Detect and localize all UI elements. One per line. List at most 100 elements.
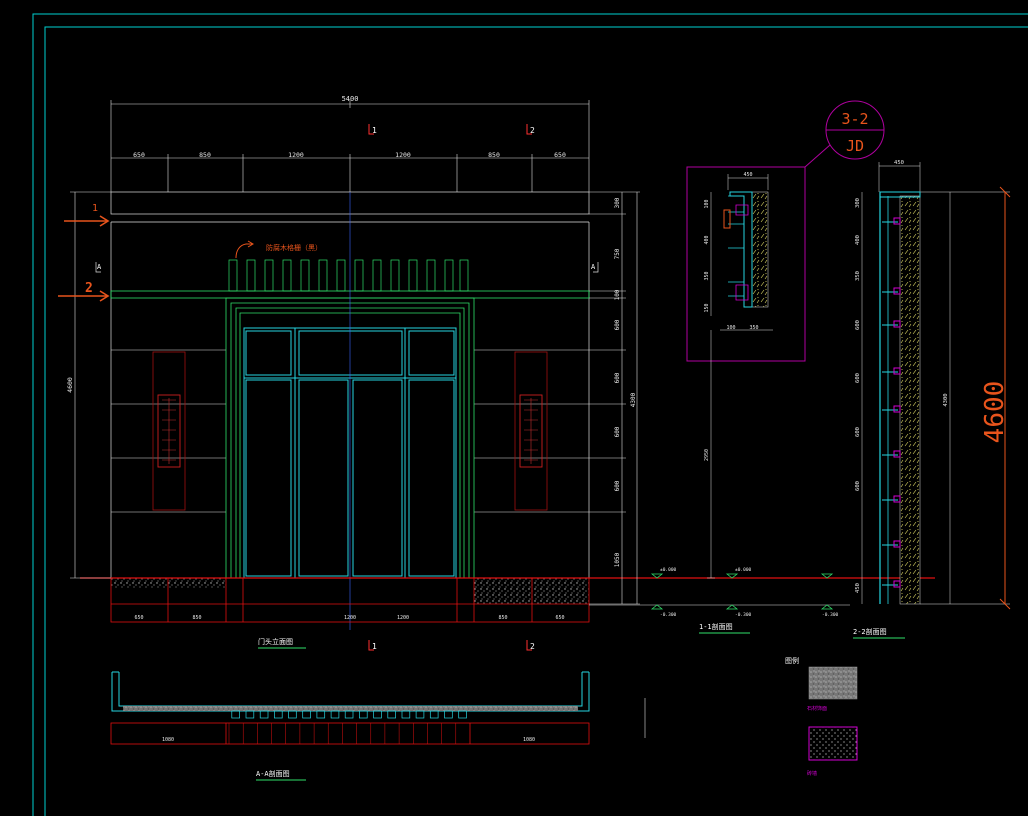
legend-title: 图例 bbox=[785, 656, 799, 665]
annotation-arrow-2 bbox=[58, 290, 110, 302]
section-1-1: 2950 ±0.000 ±0.000 -0.300 -0.300 -0.300 … bbox=[589, 330, 850, 634]
section2-title: 2-2剖面图 bbox=[853, 627, 887, 636]
left-height-label: 4600 bbox=[66, 377, 74, 393]
right-seg-1: 300 bbox=[614, 197, 621, 208]
plan-slat bbox=[245, 710, 255, 719]
right-seg-2: 750 bbox=[614, 248, 621, 259]
arrow-marker-1: 1 bbox=[92, 203, 98, 214]
plan-slats bbox=[231, 710, 467, 719]
elevation-title: 门头立面图 bbox=[258, 637, 293, 646]
cut-2-bottom: 2 bbox=[530, 642, 535, 651]
cut-1-top: 1 bbox=[372, 126, 377, 135]
section2-top-width: 450 bbox=[894, 160, 904, 166]
right-seg-8: 1050 bbox=[614, 552, 621, 567]
aa-section-plan: 1080 1080 A-A剖面图 bbox=[110, 671, 590, 781]
detail-h-3: 350 bbox=[704, 271, 710, 280]
legend: 图例 石材饰面 砖墙 bbox=[644, 656, 858, 777]
right-seg-3: 100 bbox=[614, 289, 621, 300]
plan-slat bbox=[444, 710, 453, 719]
level-4: -0.300 bbox=[735, 612, 752, 618]
plan-slat-labels bbox=[228, 723, 457, 744]
detail-number: 3-2 bbox=[841, 110, 868, 128]
level-2: ±0.000 bbox=[735, 567, 752, 573]
detail-top-width: 450 bbox=[743, 172, 752, 178]
plan-slat bbox=[259, 710, 269, 719]
section2-big-dimension: 4600 bbox=[980, 381, 1010, 444]
plan-slat bbox=[429, 710, 439, 719]
a-mark-left: A bbox=[97, 263, 102, 271]
bottom-label-4: 1200 bbox=[397, 615, 409, 621]
level-1: ±0.000 bbox=[660, 567, 677, 573]
width-seg-2: 850 bbox=[199, 151, 211, 159]
section2-h-4: 600 bbox=[855, 320, 861, 330]
width-seg-6: 650 bbox=[554, 151, 566, 159]
a-mark-right: A bbox=[591, 263, 596, 271]
timber-slats bbox=[228, 259, 469, 292]
detail-h-1: 100 bbox=[704, 199, 710, 208]
section2-h-7: 600 bbox=[855, 481, 861, 491]
legend-item-1: 石材饰面 bbox=[807, 705, 827, 712]
section2-anchors bbox=[882, 217, 901, 588]
section1-title: 1-1剖面图 bbox=[699, 622, 733, 631]
section2-h-2: 400 bbox=[855, 235, 861, 245]
section2-h-3: 350 bbox=[855, 271, 861, 281]
width-seg-5: 850 bbox=[488, 151, 500, 159]
plan-slat bbox=[274, 710, 283, 719]
arrow-marker-2: 2 bbox=[85, 281, 93, 296]
bottom-label-3: 1200 bbox=[344, 615, 356, 621]
annotation-arrow-1 bbox=[64, 215, 110, 227]
right-seg-6: 600 bbox=[614, 426, 621, 437]
legend-brick-swatch bbox=[808, 726, 858, 761]
plan-slat bbox=[288, 710, 297, 719]
width-seg-3: 1200 bbox=[288, 151, 304, 159]
plan-right-label: 1080 bbox=[523, 737, 535, 743]
plan-slat bbox=[330, 710, 340, 719]
aa-title: A-A剖面图 bbox=[256, 769, 290, 778]
plan-slat bbox=[415, 710, 425, 719]
plan-slat bbox=[401, 710, 411, 719]
plan-slat bbox=[231, 710, 240, 719]
right-seg-5: 600 bbox=[614, 372, 621, 383]
detail-bottom-left: 100 bbox=[726, 325, 735, 331]
legend-item-2: 砖墙 bbox=[807, 770, 817, 777]
detail-bottom-right: 350 bbox=[749, 325, 758, 331]
level-5: -0.300 bbox=[822, 612, 839, 618]
section-2-2: 450 300 400 350 600 600 600 600 450 4300… bbox=[853, 160, 1011, 639]
section2-h-1: 300 bbox=[855, 198, 861, 208]
width-seg-4: 1200 bbox=[395, 151, 411, 159]
section2-h-8: 450 bbox=[855, 583, 861, 593]
plan-slat bbox=[387, 710, 396, 719]
bottom-label-2: 850 bbox=[192, 615, 201, 621]
total-width-label: 5400 bbox=[342, 95, 359, 103]
left-wall-lamp bbox=[152, 351, 186, 511]
plan-slat bbox=[344, 710, 354, 719]
level-3: -0.300 bbox=[660, 612, 677, 618]
cad-drawing: 5400 650 850 1200 1200 850 650 1 2 1 2 防… bbox=[32, 13, 1028, 816]
right-seg-7: 600 bbox=[614, 480, 621, 491]
right-seg-4: 600 bbox=[614, 319, 621, 330]
material-note: 防腐木格栅（黑） bbox=[266, 243, 322, 252]
cut-1-bottom: 1 bbox=[372, 642, 377, 651]
detail-ref: JD bbox=[846, 137, 864, 155]
right-wall-lamp bbox=[514, 351, 548, 511]
bottom-label-1: 650 bbox=[134, 615, 143, 621]
section2-h-5: 600 bbox=[855, 373, 861, 383]
bottom-label-6: 650 bbox=[555, 615, 564, 621]
plan-left-label: 1080 bbox=[162, 737, 174, 743]
section1-height: 2950 bbox=[704, 449, 710, 461]
detail-h-4: 150 bbox=[704, 303, 710, 312]
plan-slat bbox=[359, 710, 368, 719]
plan-slat bbox=[302, 710, 311, 719]
cut-2-top: 2 bbox=[530, 126, 535, 135]
plan-slat bbox=[373, 710, 382, 719]
front-elevation: 5400 650 850 1200 1200 850 650 1 2 1 2 防… bbox=[58, 95, 935, 651]
right-inner-height: 4300 bbox=[630, 392, 637, 407]
bottom-label-5: 850 bbox=[498, 615, 507, 621]
detail-h-2: 400 bbox=[704, 235, 710, 244]
section2-inner-height: 4300 bbox=[943, 393, 949, 406]
width-seg-1: 650 bbox=[133, 151, 145, 159]
plan-slat bbox=[316, 710, 326, 719]
legend-stone-swatch bbox=[808, 666, 858, 700]
plan-slat bbox=[458, 710, 467, 719]
section2-h-6: 600 bbox=[855, 427, 861, 437]
